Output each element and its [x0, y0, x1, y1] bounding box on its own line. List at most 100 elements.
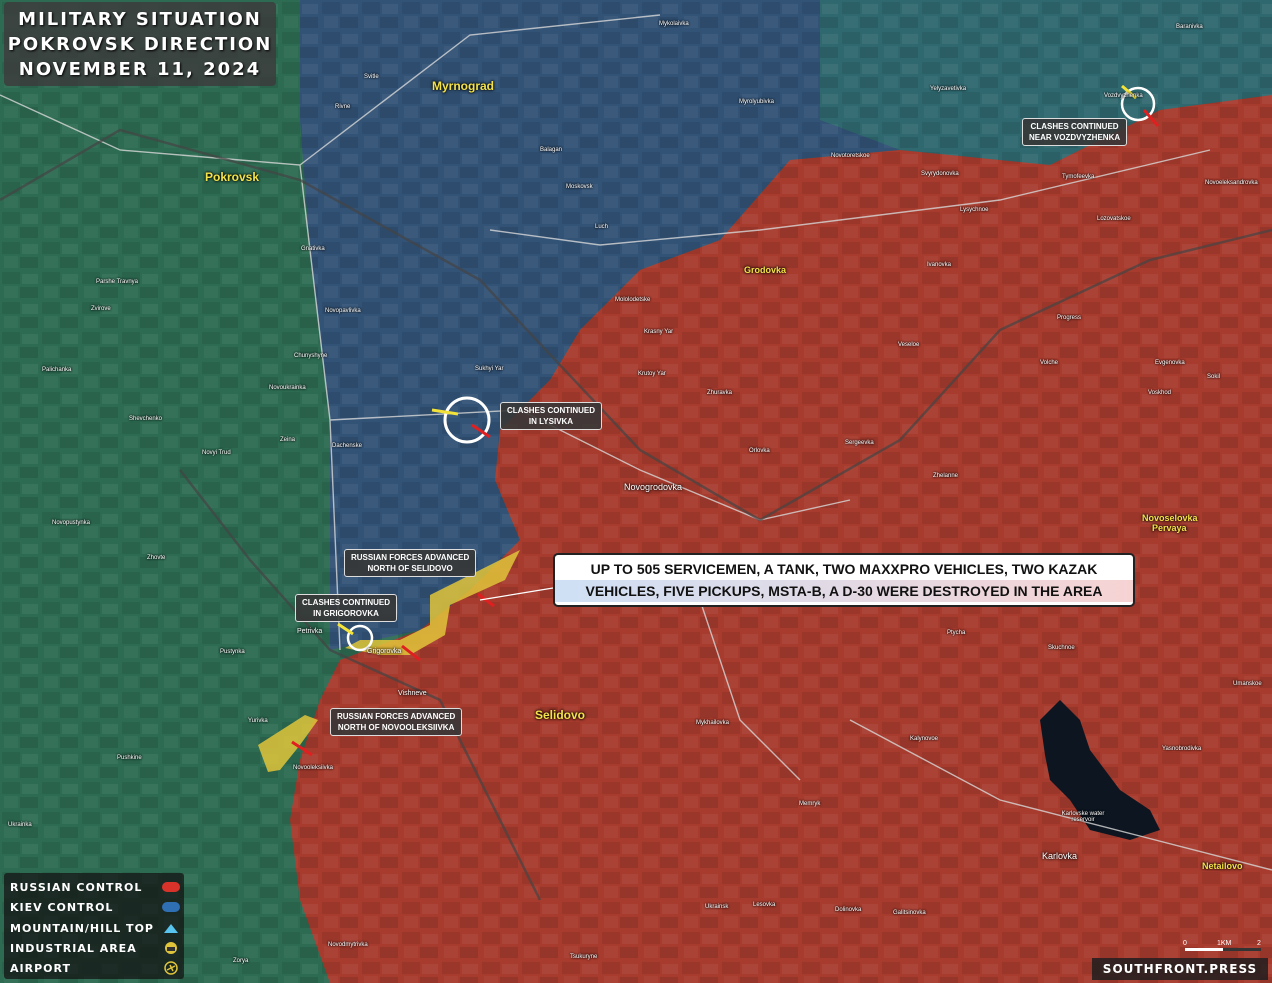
legend-mountain: MOUNTAIN/HILL TOP: [10, 919, 180, 937]
town-label: Sokil: [1207, 374, 1221, 380]
town-label: Luch: [595, 224, 609, 230]
town-label: Tymofeevka: [1062, 174, 1095, 180]
town-label: Galitsinovka: [893, 910, 926, 916]
town-label: Volche: [1040, 360, 1059, 366]
town-label: Pustynka: [220, 649, 245, 655]
town-label: Rivne: [335, 104, 351, 110]
town-label: Svyrydonovka: [921, 171, 959, 177]
town-label: Ukrainsk: [705, 904, 729, 910]
town-label: Novooleksiivka: [293, 765, 334, 771]
town-label: Svitle: [364, 74, 379, 80]
town-label: Karlovske water reservoir: [1061, 811, 1105, 823]
town-label: Orlovka: [749, 448, 770, 454]
town-label: Gnativka: [301, 246, 325, 252]
town-label: Progress: [1057, 315, 1082, 321]
city-pervaya: Pervaya: [1152, 523, 1187, 533]
town-label: Lozovatskoe: [1097, 216, 1131, 222]
town-label: Evgenovka: [1155, 360, 1185, 366]
city-grigorovka: Grigorovka: [367, 648, 402, 655]
city-vishneve: Vishneve: [398, 690, 427, 697]
city-karlovka: Karlovka: [1042, 851, 1078, 861]
title-line-3: NOVEMBER 11, 2024: [18, 58, 262, 80]
town-label: Vozdvyzhenka: [1104, 93, 1143, 99]
town-label: Memryk: [799, 801, 821, 807]
town-label: Yasnobrodivka: [1162, 746, 1202, 752]
red-swatch-icon: [162, 882, 180, 892]
city-petrivka: Petrivka: [297, 628, 323, 635]
legend-industrial: INDUSTRIAL AREA: [10, 939, 180, 957]
town-label: Sergeevka: [845, 440, 874, 446]
town-label: Krasny Yar: [644, 329, 674, 335]
town-label: Tsukuryne: [570, 954, 598, 960]
city-myrnograd: Myrnograd: [432, 79, 495, 93]
town-label: Sukhyi Yar: [475, 366, 504, 372]
town-label: Mololodetske: [615, 297, 651, 303]
town-label: Ptycha: [947, 630, 966, 636]
town-label: Krutoy Yar: [638, 371, 666, 377]
label-grigorovka: CLASHES CONTINUED IN GRIGOROVKA: [295, 594, 398, 622]
triangle-icon: [164, 924, 178, 933]
label-novooleksiivka: RUSSIAN FORCES ADVANCED NORTH OF NOVOOLEK…: [330, 708, 463, 736]
city-netailovo: Netailovo: [1202, 861, 1243, 871]
town-label: Moskovsk: [566, 184, 593, 190]
factory-icon: [165, 942, 177, 954]
town-label: Novoukrainka: [269, 385, 306, 391]
town-label: Zhovte: [147, 555, 166, 561]
town-label: Zeina: [280, 437, 296, 443]
legend-kiev: KIEV CONTROL: [10, 898, 180, 916]
town-label: Novopavlivka: [325, 308, 361, 314]
town-label: Novyi Trud: [202, 450, 231, 456]
town-label: Zvirove: [91, 306, 111, 312]
summary-line-1: UP TO 505 SERVICEMEN, A TANK, TWO MAXXPR…: [590, 561, 1098, 577]
town-label: Voskhod: [1148, 390, 1172, 396]
town-label: Myrolyubivka: [739, 99, 775, 105]
label-vozdvyzhenka: CLASHES CONTINUED NEAR VOZDVYZHENKA: [1022, 118, 1128, 146]
town-label: Parshe Travnya: [96, 279, 139, 285]
town-label: Ivanovka: [927, 262, 952, 268]
town-label: Palichanka: [42, 367, 72, 373]
town-label: Yurivka: [248, 718, 268, 724]
town-label: Yelyzavetivka: [930, 86, 967, 92]
town-label: Mykhailovka: [696, 720, 730, 726]
town-label: Novoeleksandrovka: [1205, 180, 1258, 186]
city-novogrodovka: Novogrodovka: [624, 482, 683, 492]
scale-bar: 0 1KM 2: [1183, 940, 1265, 954]
town-label: Zhelanne: [933, 473, 959, 479]
town-label: Lysychnoe: [960, 207, 989, 213]
town-label: Zorya: [233, 958, 249, 964]
map-title: MILITARY SITUATION POKROVSK DIRECTION NO…: [4, 2, 276, 86]
town-label: Novodmytrivka: [328, 942, 368, 948]
legend-airport: AIRPORT: [10, 959, 180, 977]
city-selidovo: Selidovo: [535, 708, 586, 722]
town-label: Baranivka: [1176, 24, 1203, 30]
town-label: Balagan: [540, 147, 563, 153]
town-label: Skuchnoe: [1048, 645, 1075, 651]
title-line-1: MILITARY SITUATION: [18, 8, 262, 30]
town-label: Dolinovka: [835, 907, 862, 913]
losses-summary: UP TO 505 SERVICEMEN, A TANK, TWO MAXXPR…: [553, 553, 1135, 607]
town-label: Ukrainka: [8, 822, 32, 828]
town-label: Novopustynka: [52, 520, 91, 526]
summary-line-2: VEHICLES, FIVE PICKUPS, MSTA-B, A D-30 W…: [555, 580, 1133, 602]
blue-swatch-icon: [162, 902, 180, 912]
town-label: Mykolaivka: [659, 21, 689, 27]
label-selidovo-north: RUSSIAN FORCES ADVANCED NORTH OF SELIDOVO: [344, 549, 477, 577]
label-lysivka: CLASHES CONTINUED IN LYSIVKA: [500, 402, 603, 430]
town-label: Novotoretskoe: [831, 153, 870, 159]
title-line-2: POKROVSK DIRECTION: [7, 33, 273, 55]
town-label: Shevchenko: [129, 416, 163, 422]
source-brand: SOUTHFRONT.PRESS: [1092, 958, 1268, 980]
legend-russian: RUSSIAN CONTROL: [10, 878, 180, 896]
town-label: Umanskoe: [1233, 681, 1262, 687]
city-novoselovka: Novoselovka: [1142, 513, 1198, 523]
town-label: Dachenske: [332, 443, 363, 449]
map-legend: RUSSIAN CONTROL KIEV CONTROL MOUNTAIN/HI…: [4, 873, 184, 979]
town-label: Kalynovoe: [910, 736, 939, 742]
city-pokrovsk: Pokrovsk: [205, 170, 260, 184]
town-label: Lesovka: [753, 902, 776, 908]
town-label: Pushkine: [117, 755, 142, 761]
airplane-icon: [164, 961, 178, 975]
town-label: Chunyshyne: [294, 353, 328, 359]
city-grodovka: Grodovka: [744, 265, 787, 275]
town-label: Veseloe: [898, 342, 920, 348]
